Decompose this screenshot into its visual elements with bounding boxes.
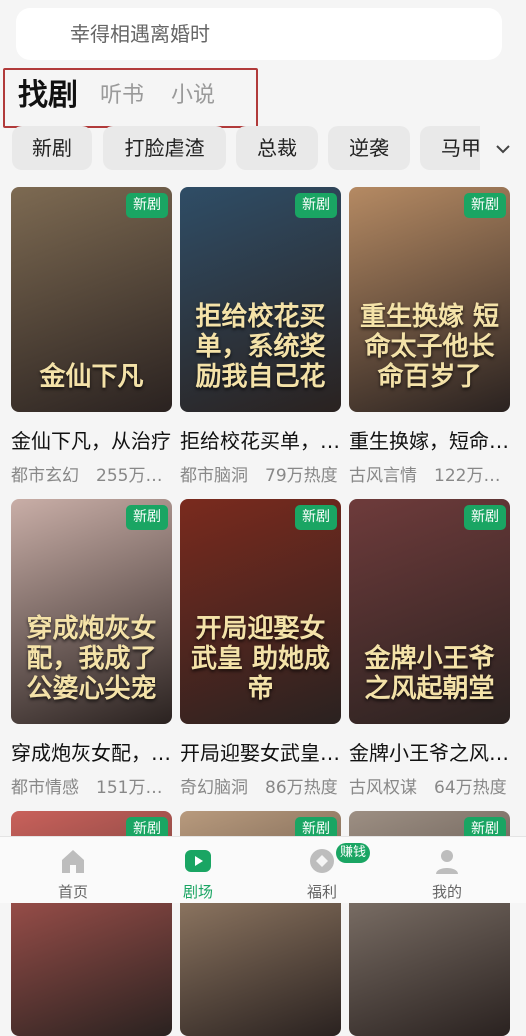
drama-meta: 古风言情 122万… <box>349 466 501 486</box>
nav-label: 剧场 <box>182 883 213 901</box>
chip-comeback[interactable]: 逆袭 <box>328 126 410 170</box>
nav-profile[interactable]: 我的 <box>397 837 497 903</box>
drama-meta: 都市脑洞 79万热度 <box>180 466 338 486</box>
drama-title: 穿成炮灰女配，… <box>11 741 171 765</box>
drama-title: 重生换嫁，短命… <box>349 429 509 453</box>
drama-title: 金牌小王爷之风… <box>349 741 509 765</box>
drama-poster: 穿成炮灰女配，我成了公婆心尖宠 新剧 <box>11 499 172 724</box>
poster-title-text: 穿成炮灰女配，我成了公婆心尖宠 <box>26 614 157 704</box>
drama-poster: 金牌小王爷之风起朝堂 新剧 <box>349 499 510 724</box>
nav-label: 首页 <box>57 883 88 901</box>
drama-meta: 奇幻脑洞 86万热度 <box>180 778 338 798</box>
nav-label: 我的 <box>431 883 462 901</box>
user-icon <box>436 850 458 874</box>
nav-home[interactable]: 首页 <box>23 837 123 903</box>
poster-title-text: 金牌小王爷之风起朝堂 <box>364 644 495 704</box>
play-icon <box>185 850 211 872</box>
expand-categories-button[interactable] <box>480 126 526 170</box>
new-badge: 新剧 <box>464 505 506 530</box>
search-placeholder: 幸得相遇离婚时 <box>70 22 210 46</box>
coin-icon <box>310 849 334 873</box>
drama-poster: 金仙下凡 新剧 <box>11 187 172 412</box>
drama-title: 金仙下凡，从治疗… <box>11 429 172 453</box>
tab-audiobook[interactable]: 听书 <box>100 78 144 114</box>
tab-find-drama[interactable]: 找剧 <box>18 78 78 114</box>
chip-face-slap[interactable]: 打脸虐渣 <box>103 126 226 170</box>
category-chips: 新剧 打脸虐渣 总裁 逆袭 马甲 <box>0 126 526 170</box>
drama-title: 拒给校花买单，… <box>180 429 340 453</box>
poster-title-text: 开局迎娶女武皇 助她成帝 <box>190 614 331 704</box>
poster-title-text: 拒给校花买单，系统奖励我自己花 <box>195 302 326 392</box>
drama-meta: 都市玄幻 255万… <box>11 466 163 486</box>
earn-money-badge: 赚钱 <box>336 843 370 863</box>
chevron-down-icon <box>496 144 510 153</box>
new-badge: 新剧 <box>464 193 506 218</box>
new-badge: 新剧 <box>295 505 337 530</box>
drama-meta: 都市情感 151万… <box>11 778 163 798</box>
drama-title: 开局迎娶女武皇… <box>180 741 340 765</box>
tab-novel[interactable]: 小说 <box>171 78 215 114</box>
drama-meta: 古风权谋 64万热度 <box>349 778 507 798</box>
poster-title-text: 重生换嫁 短命太子他长命百岁了 <box>359 302 500 392</box>
nav-label: 福利 <box>306 883 337 901</box>
drama-poster: 开局迎娶女武皇 助她成帝 新剧 <box>180 499 341 724</box>
new-badge: 新剧 <box>126 193 168 218</box>
new-badge: 新剧 <box>126 505 168 530</box>
search-bar[interactable]: 幸得相遇离婚时 <box>16 8 502 60</box>
chip-new[interactable]: 新剧 <box>12 126 92 170</box>
chip-ceo[interactable]: 总裁 <box>236 126 318 170</box>
nav-theater[interactable]: 剧场 <box>148 837 248 903</box>
drama-poster: 重生换嫁 短命太子他长命百岁了 新剧 <box>349 187 510 412</box>
new-badge: 新剧 <box>295 193 337 218</box>
home-icon <box>62 850 84 873</box>
bottom-navigation: 首页 剧场 福利 我的 <box>0 836 526 903</box>
drama-poster: 拒给校花买单，系统奖励我自己花 新剧 <box>180 187 341 412</box>
poster-title-text: 金仙下凡 <box>39 362 144 392</box>
